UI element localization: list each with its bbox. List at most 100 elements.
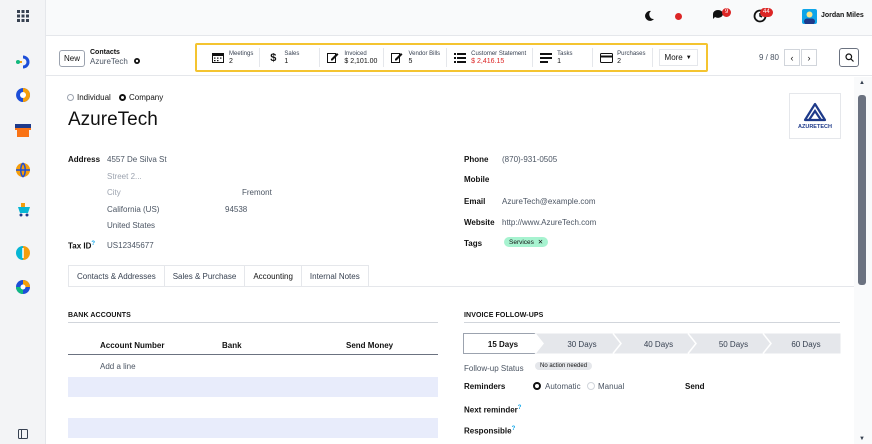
breadcrumb-record: AzureTech <box>90 57 128 66</box>
street-field[interactable]: 4557 De Silva St <box>107 155 167 164</box>
zip-field[interactable]: 94538 <box>225 205 247 214</box>
tag-label: Services <box>509 239 534 246</box>
stage-40-days[interactable]: 40 Days <box>621 334 696 354</box>
radio-automatic[interactable] <box>533 382 541 390</box>
sales-smart-button[interactable]: $ Sales 1 <box>260 48 321 67</box>
radio-company[interactable] <box>119 94 126 101</box>
crm-app-icon[interactable] <box>13 85 33 105</box>
smart-button-label: Sales <box>284 50 300 57</box>
grid-icon[interactable] <box>13 6 33 26</box>
state-field[interactable]: California (US) <box>107 205 159 214</box>
control-panel: New Contacts AzureTech Meetings 2 $ Sales… <box>46 36 872 76</box>
partner-name[interactable]: AzureTech <box>68 109 158 131</box>
table-row <box>68 418 438 438</box>
customer-statement-smart-button[interactable]: Customer Statement $ 2,416.15 <box>447 48 534 67</box>
scroll-up-icon[interactable]: ▲ <box>859 80 865 86</box>
stage-15-days[interactable]: 15 Days <box>463 334 543 354</box>
scrollbar[interactable]: ▲ ▼ <box>854 77 872 444</box>
search-button[interactable] <box>839 48 859 67</box>
purchases-smart-button[interactable]: Purchases 2 <box>593 48 653 67</box>
country-field[interactable]: United States <box>107 221 155 230</box>
discuss-app-icon[interactable] <box>13 52 33 72</box>
top-navbar: 9 44 Jordan Miles <box>46 0 872 36</box>
tab-accounting[interactable]: Accounting <box>244 265 302 287</box>
tab-divider <box>68 286 854 287</box>
studio-app-icon[interactable] <box>13 243 33 263</box>
tab-sales-purchase[interactable]: Sales & Purchase <box>163 265 246 287</box>
moon-icon[interactable] <box>643 10 655 24</box>
smart-buttons-bar: Meetings 2 $ Sales 1 Invoiced $ 2,101.00 Ve… <box>195 43 708 72</box>
status-badge: No action needed <box>535 362 593 370</box>
radio-individual[interactable] <box>67 94 74 101</box>
tab-contacts-addresses[interactable]: Contacts & Addresses <box>68 265 165 287</box>
city-field[interactable]: Fremont <box>242 188 272 197</box>
add-line-link[interactable]: Add a line <box>100 362 136 371</box>
smart-button-value: 1 <box>284 57 289 65</box>
gear-icon[interactable] <box>133 57 141 67</box>
col-send-money[interactable]: Send Money <box>346 341 393 350</box>
point-of-sale-icon[interactable] <box>13 120 33 140</box>
section-divider <box>68 322 438 323</box>
reminders-label: Reminders <box>464 382 506 391</box>
close-icon[interactable]: ✕ <box>538 239 543 246</box>
email-field[interactable]: AzureTech@example.com <box>502 197 596 206</box>
mobile-label: Mobile <box>464 175 490 184</box>
sidebar-toggle-icon[interactable] <box>13 424 33 444</box>
table-row <box>68 377 438 397</box>
radio-company-label: Company <box>129 93 164 102</box>
address-label: Address <box>68 155 101 164</box>
bill-icon <box>390 52 404 64</box>
tasks-icon <box>539 52 553 64</box>
dollar-icon: $ <box>270 51 277 64</box>
smart-button-value: 5 <box>408 57 413 65</box>
col-account-number[interactable]: Account Number <box>100 341 164 350</box>
city-placeholder[interactable]: City <box>107 188 121 197</box>
chevron-right-icon[interactable]: › <box>801 49 817 66</box>
invoice-icon <box>326 52 340 64</box>
col-bank[interactable]: Bank <box>222 341 242 350</box>
scroll-down-icon[interactable]: ▼ <box>859 436 865 442</box>
user-name[interactable]: Jordan Miles <box>821 12 864 19</box>
responsible-label: Responsible? <box>464 426 516 436</box>
tags-label: Tags <box>464 239 483 248</box>
new-button[interactable]: New <box>59 50 85 67</box>
smart-button-label: Tasks <box>557 50 573 57</box>
tasks-smart-button[interactable]: Tasks 1 <box>533 48 594 67</box>
meetings-smart-button[interactable]: Meetings 2 <box>205 48 261 67</box>
breadcrumb: Contacts AzureTech <box>90 48 141 67</box>
website-app-icon[interactable] <box>13 160 33 180</box>
tag-chip[interactable]: Services ✕ <box>504 237 549 247</box>
street2-field[interactable]: Street 2... <box>107 172 142 181</box>
smart-button-value: 1 <box>557 57 562 65</box>
stage-50-days[interactable]: 50 Days <box>696 334 771 354</box>
activity-badge: 44 <box>760 8 773 17</box>
invoiced-smart-button[interactable]: Invoiced $ 2,101.00 <box>320 48 385 67</box>
website-field[interactable]: http://www.AzureTech.com <box>502 218 596 227</box>
stage-60-days[interactable]: 60 Days <box>771 334 841 354</box>
phone-field[interactable]: (870)-931-0505 <box>502 155 557 164</box>
tax-id-field[interactable]: US12345677 <box>107 241 154 250</box>
more-dropdown-button[interactable]: More ▼ <box>658 49 698 66</box>
ecommerce-icon[interactable] <box>13 200 33 220</box>
smart-button-label: Purchases <box>617 50 646 57</box>
scrollbar-thumb[interactable] <box>858 95 866 285</box>
more-label: More <box>664 53 683 62</box>
stage-30-days[interactable]: 30 Days <box>543 334 621 354</box>
company-logo[interactable]: AZURETECH <box>789 93 841 139</box>
chevron-left-icon[interactable]: ‹ <box>784 49 800 66</box>
radio-manual[interactable] <box>587 382 595 390</box>
bank-accounts-title: BANK ACCOUNTS <box>68 312 131 319</box>
status-dot[interactable] <box>675 13 682 20</box>
vendor-bills-smart-button[interactable]: Vendor Bills 5 <box>384 48 448 67</box>
smart-button-label: Meetings <box>229 50 254 57</box>
mobile-field[interactable] <box>502 175 822 185</box>
azuretech-logo-icon <box>803 102 827 122</box>
pager-counter[interactable]: 9 / 80 <box>759 53 779 62</box>
avatar[interactable] <box>802 9 817 24</box>
tab-internal-notes[interactable]: Internal Notes <box>300 265 369 287</box>
smart-button-value: $ 2,101.00 <box>344 57 378 65</box>
purchase-icon <box>599 52 613 64</box>
inventory-app-icon[interactable] <box>13 277 33 297</box>
tax-id-label: Tax ID? <box>68 241 96 251</box>
breadcrumb-parent[interactable]: Contacts <box>90 48 141 57</box>
